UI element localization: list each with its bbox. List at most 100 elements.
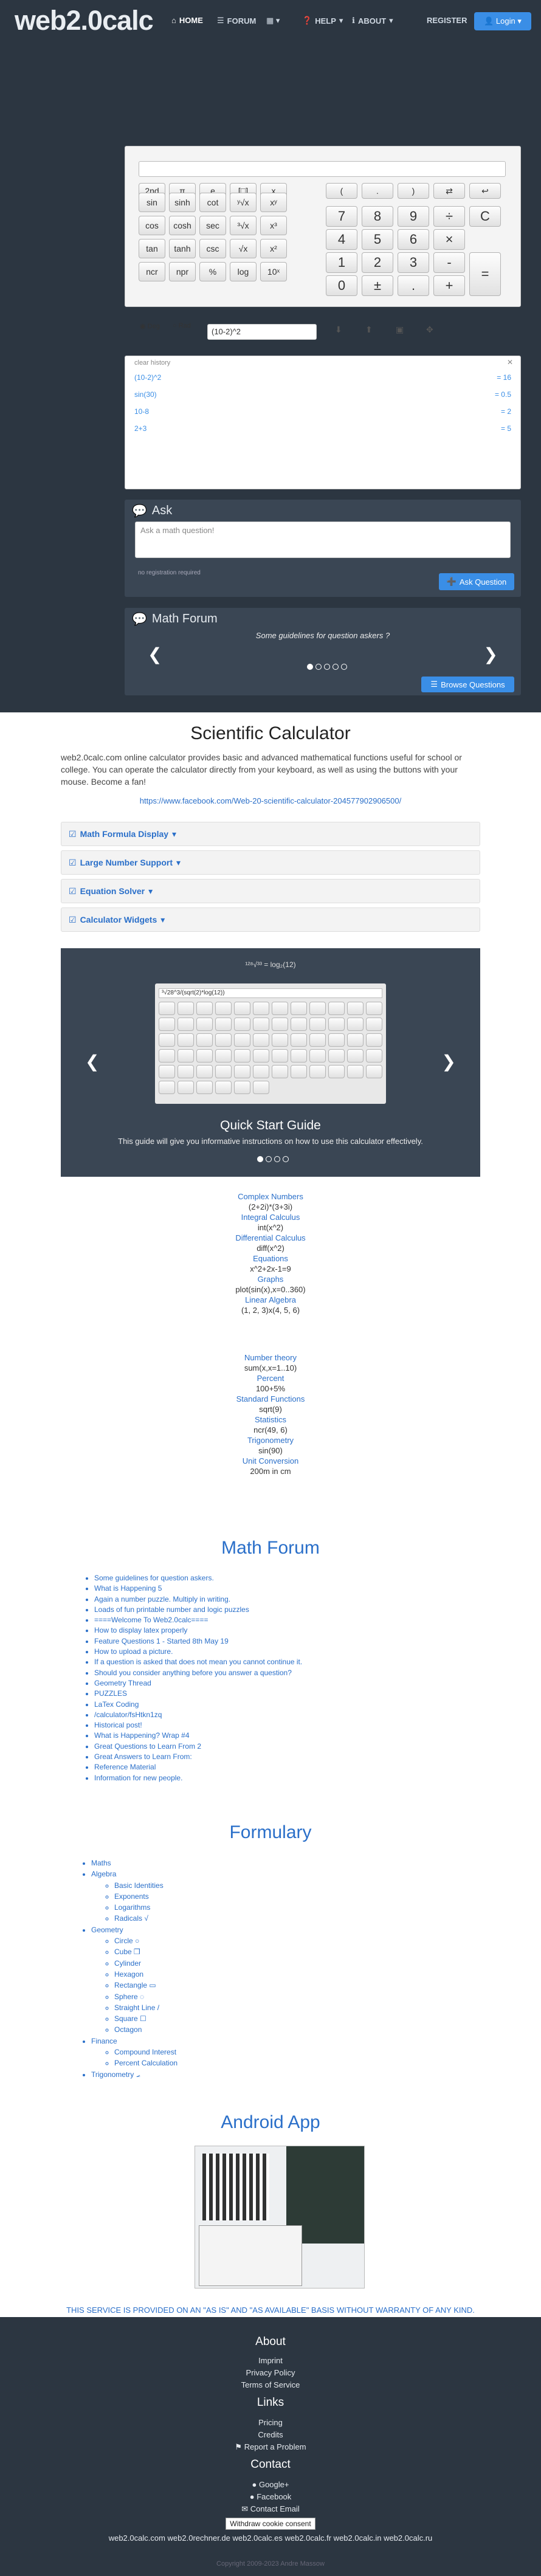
calc-key[interactable]: = [469, 252, 501, 296]
calc-key[interactable]: - [433, 252, 465, 273]
formulary-link[interactable]: Cube ❒ [114, 1946, 177, 1957]
calc-key[interactable]: . [398, 275, 429, 296]
example-value[interactable]: sin(90) [0, 1445, 541, 1456]
history-row[interactable]: sin(30) = 0.5 [134, 390, 511, 399]
forum-link[interactable]: Great Answers to Learn From: [94, 1752, 302, 1762]
calc-key[interactable]: % [199, 262, 226, 281]
formulary-link[interactable]: Logarithms [114, 1902, 177, 1913]
forum-slide-text[interactable]: Some guidelines for question askers ? [125, 631, 521, 640]
calc-key[interactable]: sec [199, 216, 226, 235]
login-button[interactable]: 👤 Login ▾ [474, 12, 531, 30]
terms-link[interactable]: Terms of Service [0, 2380, 541, 2389]
calc-key[interactable]: xʸ [260, 193, 287, 212]
history-row[interactable]: 2+3 = 5 [134, 424, 511, 433]
history-row[interactable]: 10-8 = 2 [134, 407, 511, 416]
credits-link[interactable]: Credits [0, 2430, 541, 2439]
calc-key[interactable]: cos [139, 216, 165, 235]
calc-key[interactable]: cot [199, 193, 226, 212]
calc-key[interactable]: x² [260, 239, 287, 258]
example-value[interactable]: 200m in cm [0, 1466, 541, 1476]
formulary-link[interactable]: Radicals √ [114, 1913, 177, 1924]
deg-radio[interactable]: ◉ Deg [140, 322, 160, 330]
formulary-geometry[interactable]: GeometryCircle ○Cube ❒CylinderHexagonRec… [91, 1924, 177, 2036]
example-value[interactable]: (2+2i)*(3+3i) [0, 1202, 541, 1212]
privacy-link[interactable]: Privacy Policy [0, 2368, 541, 2377]
forum-link[interactable]: How to display latex properly [94, 1625, 302, 1636]
google-link[interactable]: ● Google+ [0, 2480, 541, 2489]
calc-key[interactable]: ʸ√x [230, 193, 257, 212]
accordion-1[interactable]: ☑ Large Number Support ▾ [61, 850, 480, 875]
question-input[interactable]: Ask a math question! [135, 522, 511, 558]
calc-key[interactable]: csc [199, 239, 226, 258]
forum-link[interactable]: What is Happening 5 [94, 1583, 302, 1594]
example-value[interactable]: ncr(49, 6) [0, 1425, 541, 1435]
next-arrow-icon[interactable]: ❯ [442, 1052, 456, 1072]
forum-link[interactable]: /calculator/fsHtkn1zq [94, 1710, 302, 1720]
calc-key[interactable]: ) [398, 183, 429, 199]
close-icon[interactable]: ✕ [507, 358, 513, 367]
formulary-link[interactable]: Circle ○ [114, 1935, 177, 1946]
forum-link[interactable]: Some guidelines for question askers. [94, 1573, 302, 1583]
forum-link[interactable]: How to upload a picture. [94, 1647, 302, 1657]
formulary-maths[interactable]: Maths AlgebraBasic IdentitiesExponentsLo… [91, 1858, 177, 2080]
prev-arrow-icon[interactable]: ❮ [148, 644, 162, 664]
formulary-link[interactable]: Octagon [114, 2024, 177, 2035]
imprint-link[interactable]: Imprint [0, 2356, 541, 2365]
next-arrow-icon[interactable]: ❯ [484, 644, 498, 664]
nav-help[interactable]: ❓ HELP ▾ [302, 16, 343, 26]
android-app-image[interactable] [195, 2146, 365, 2288]
example-category[interactable]: Differential Calculus [0, 1233, 541, 1243]
calc-key[interactable]: x³ [260, 216, 287, 235]
example-category[interactable]: Number theory [0, 1352, 541, 1363]
formulary-link[interactable]: Basic Identities [114, 1880, 177, 1891]
calc-key[interactable]: ↩ [469, 183, 501, 199]
calc-key[interactable]: 7 [326, 206, 357, 227]
example-value[interactable]: 100+5% [0, 1383, 541, 1394]
history-row[interactable]: (10-2)^2 = 16 [134, 373, 511, 382]
forum-link[interactable]: Historical post! [94, 1720, 302, 1731]
forum-link[interactable]: ====Welcome To Web2.0calc==== [94, 1615, 302, 1625]
example-category[interactable]: Percent [0, 1373, 541, 1383]
forum-link[interactable]: If a question is asked that does not mea… [94, 1657, 302, 1667]
calc-key[interactable]: 9 [398, 206, 429, 227]
nav-apps[interactable]: ▦ ▾ [266, 16, 280, 26]
calc-key[interactable]: √x [230, 239, 257, 258]
nav-home[interactable]: ⌂ HOME [171, 16, 203, 25]
calc-key[interactable]: sin [139, 193, 165, 212]
example-value[interactable]: sum(x,x=1..10) [0, 1363, 541, 1373]
formulary-algebra[interactable]: AlgebraBasic IdentitiesExponentsLogarith… [91, 1868, 177, 1924]
calc-key[interactable]: sinh [169, 193, 196, 212]
example-value[interactable]: sqrt(9) [0, 1404, 541, 1414]
calc-key[interactable]: ncr [139, 262, 165, 281]
example-value[interactable]: (1, 2, 3)x(4, 5, 6) [0, 1305, 541, 1315]
calc-key[interactable]: 1 [326, 252, 357, 273]
calc-key[interactable]: 4 [326, 229, 357, 250]
example-category[interactable]: Linear Algebra [0, 1295, 541, 1305]
accordion-3[interactable]: ☑ Calculator Widgets ▾ [61, 907, 480, 932]
formulary-link[interactable]: Hexagon [114, 1969, 177, 1980]
formulary-link[interactable]: Exponents [114, 1891, 177, 1902]
facebook-link[interactable]: https://www.facebook.com/Web-20-scientif… [0, 796, 541, 805]
calc-key[interactable]: C [469, 206, 501, 227]
calc-key[interactable]: 8 [362, 206, 393, 227]
calc-key[interactable]: . [362, 183, 393, 199]
formulary-trigonometry[interactable]: Trigonometry ⦟ [91, 2069, 177, 2080]
calc-key[interactable]: 0 [326, 275, 357, 296]
formulary-link[interactable]: Square ☐ [114, 2013, 177, 2024]
calc-key[interactable]: ± [362, 275, 393, 296]
rad-radio[interactable]: ○ Rad [173, 322, 191, 329]
formulary-finance[interactable]: FinanceCompound InterestPercent Calculat… [91, 2036, 177, 2069]
calculator-display[interactable] [139, 161, 506, 177]
browse-questions-button[interactable]: ☰ Browse Questions [421, 677, 514, 692]
facebook-footer-link[interactable]: ● Facebook [0, 2492, 541, 2501]
example-category[interactable]: Equations [0, 1253, 541, 1264]
example-category[interactable]: Graphs [0, 1274, 541, 1284]
forum-link[interactable]: Great Questions to Learn From 2 [94, 1741, 302, 1752]
calc-key[interactable]: cosh [169, 216, 196, 235]
upload-icon[interactable]: ⬆ [365, 325, 373, 335]
clear-history[interactable]: clear history [134, 359, 170, 367]
example-value[interactable]: x^2+2x-1=9 [0, 1264, 541, 1274]
domain-links[interactable]: web2.0calc.com web2.0rechner.de web2.0ca… [0, 2533, 541, 2543]
nav-forum[interactable]: ☰ FORUM [217, 16, 256, 26]
pricing-link[interactable]: Pricing [0, 2418, 541, 2427]
